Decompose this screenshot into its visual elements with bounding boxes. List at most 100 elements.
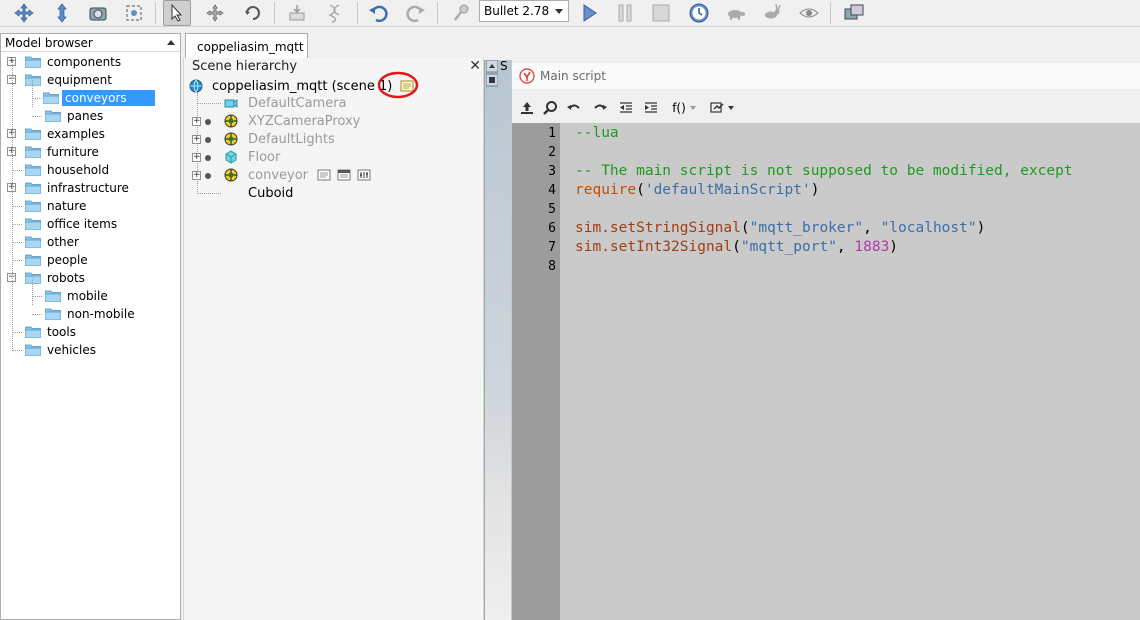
model-tree-item[interactable]: nature — [25, 197, 86, 215]
scene-hierarchy: Scene hierarchy ✕ coppeliasim_mqtt (scen… — [183, 58, 484, 620]
slow-down-turtle-icon[interactable] — [722, 0, 750, 26]
line-number: 1 — [548, 126, 556, 141]
redo-icon[interactable] — [402, 0, 430, 26]
line-number-gutter: 1 2 3 4 5 6 7 8 — [512, 123, 560, 620]
model-tree-item[interactable]: equipment — [25, 71, 112, 89]
model-tree-item[interactable]: mobile — [45, 287, 108, 305]
model-tree-item[interactable]: infrastructure — [25, 179, 129, 197]
code-line-3: -- The main script is not supposed to be… — [575, 163, 1073, 179]
object-select-icon[interactable] — [163, 0, 191, 26]
model-tree-item[interactable]: household — [25, 161, 109, 179]
scene-viewport[interactable] — [484, 60, 512, 620]
model-tree-item[interactable]: office items — [25, 215, 117, 233]
expand-icon[interactable]: + — [192, 117, 201, 126]
physics-engine-value: Bullet 2.78 — [484, 4, 550, 18]
model-tree-item[interactable]: robots — [25, 269, 85, 287]
scene-object-item[interactable]: DefaultCamera — [224, 94, 347, 112]
real-time-icon[interactable] — [685, 0, 713, 26]
line-number: 7 — [548, 240, 556, 255]
redo-icon[interactable] — [591, 100, 609, 116]
camera-zoom-icon[interactable] — [48, 0, 76, 26]
code-token: sim.setInt32Signal — [575, 239, 733, 255]
visualization-eye-icon[interactable] — [795, 0, 823, 26]
script-icon[interactable] — [317, 168, 331, 182]
scene-object-label: DefaultCamera — [248, 95, 347, 111]
model-browser-header[interactable]: Model browser — [1, 34, 180, 52]
code-editor[interactable]: 1 2 3 4 5 6 7 8 --lua -- The main script is not… — [512, 123, 1140, 620]
model-tree-item-label: conveyors — [62, 90, 155, 106]
code-line-6: sim.setStringSignal("mqtt_broker", "loca… — [575, 220, 986, 236]
object-shift-icon[interactable] — [201, 0, 229, 26]
tab-scene[interactable]: coppeliasim_mqtt — [185, 33, 308, 59]
code-token: "localhost" — [880, 220, 977, 236]
customization-script-icon[interactable] — [337, 168, 351, 182]
model-tree-item-label: tools — [47, 325, 76, 339]
close-icon[interactable]: ✕ — [469, 58, 481, 74]
folder-icon — [45, 290, 61, 302]
function-list-label: f() — [672, 101, 686, 115]
chevron-up-icon[interactable] — [167, 40, 175, 45]
line-number: 4 — [548, 183, 556, 198]
model-tree-item[interactable]: non-mobile — [45, 305, 135, 323]
model-tree-item[interactable]: people — [25, 251, 88, 269]
scene-object-item[interactable]: XYZCameraProxy — [224, 112, 360, 130]
unindent-icon[interactable] — [617, 100, 635, 116]
scene-object-item[interactable]: conveyor — [224, 166, 371, 184]
line-number: 8 — [548, 259, 556, 274]
scene-object-label: Cuboid — [248, 185, 294, 201]
visibility-dot-icon — [205, 173, 211, 179]
page-selector-icon[interactable] — [840, 0, 868, 26]
play-icon[interactable] — [575, 0, 603, 26]
expand-icon[interactable]: + — [192, 153, 201, 162]
model-tree-item[interactable]: conveyors — [43, 89, 155, 107]
model-tree-item[interactable]: vehicles — [25, 341, 96, 359]
model-tree-item[interactable]: panes — [45, 107, 103, 125]
camera-fit-icon[interactable] — [84, 0, 112, 26]
scene-object-item[interactable]: DefaultLights — [224, 130, 335, 148]
pause-icon[interactable] — [611, 0, 639, 26]
model-tree-item[interactable]: other — [25, 233, 79, 251]
search-icon[interactable] — [541, 100, 559, 116]
visibility-dot-icon — [205, 137, 211, 143]
code-token: sim.setStringSignal — [575, 220, 741, 236]
dynamics-props-icon[interactable] — [357, 168, 371, 182]
model-tree-item-label: office items — [47, 217, 118, 231]
folder-icon — [25, 254, 41, 266]
physics-engine-select[interactable]: Bullet 2.78 — [479, 0, 569, 22]
folder-icon — [45, 110, 61, 122]
scene-object-item[interactable]: Floor — [224, 148, 280, 166]
dynamics-icon[interactable] — [447, 0, 475, 26]
model-tree-item[interactable]: tools — [25, 323, 76, 341]
tab-scene-label: coppeliasim_mqtt — [197, 40, 304, 54]
snippets-icon — [709, 102, 724, 113]
model-tree-item[interactable]: examples — [25, 125, 105, 143]
expand-icon[interactable]: + — [192, 171, 201, 180]
chevron-down-icon — [689, 106, 696, 110]
code-token: "mqtt_broker" — [749, 220, 864, 236]
indent-icon[interactable] — [642, 100, 660, 116]
fit-to-view-icon[interactable] — [120, 0, 148, 26]
main-script-title: Main script — [540, 69, 606, 83]
camera-pan-icon[interactable] — [10, 0, 38, 26]
snippets-button[interactable] — [706, 100, 736, 116]
function-list-button[interactable]: f() — [668, 100, 700, 116]
stop-icon[interactable] — [647, 0, 675, 26]
speed-up-rabbit-icon[interactable] — [758, 0, 786, 26]
assemble-icon[interactable] — [283, 0, 311, 26]
expand-icon[interactable]: + — [192, 135, 201, 144]
folder-icon — [25, 164, 41, 176]
model-tree-item-label: robots — [47, 271, 85, 285]
model-tree-item[interactable]: components — [25, 53, 121, 71]
object-rotate-icon[interactable] — [239, 0, 267, 26]
upload-icon[interactable] — [518, 100, 536, 116]
undo-icon[interactable] — [364, 0, 392, 26]
viewport-label-fragment: S — [500, 59, 508, 73]
coppelia-logo-icon — [519, 68, 535, 84]
viewport-handle-icon[interactable] — [486, 60, 498, 88]
undo-icon[interactable] — [565, 100, 583, 116]
model-tree-item[interactable]: furniture — [25, 143, 99, 161]
scene-object-item[interactable]: Cuboid — [224, 184, 293, 202]
scene-root-label: coppeliasim_mqtt (scene 1) — [212, 78, 393, 94]
transfer-dna-icon[interactable] — [321, 0, 349, 26]
scene-hierarchy-header: Scene hierarchy ✕ — [184, 58, 485, 76]
